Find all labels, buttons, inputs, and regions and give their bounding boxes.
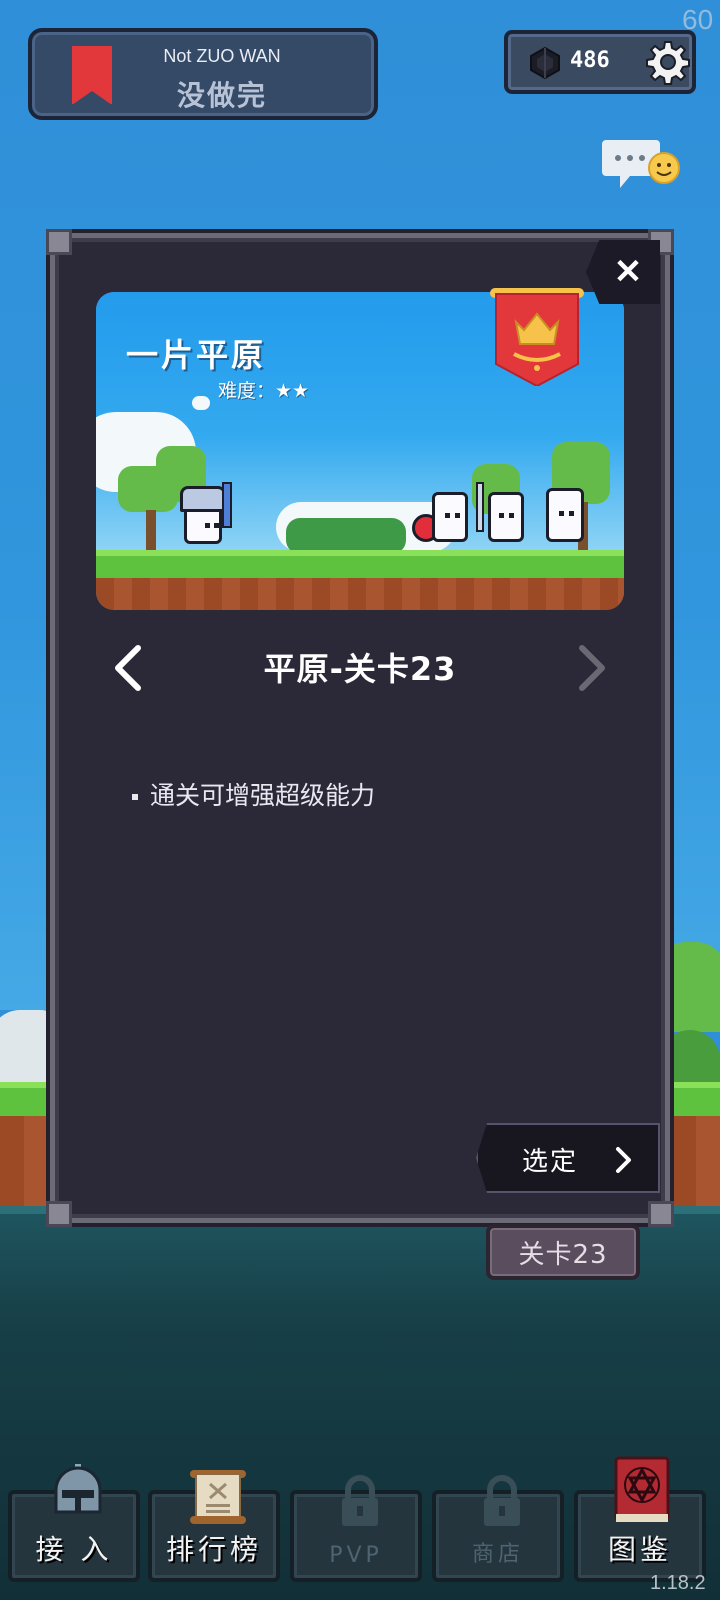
tab-label: 图鉴	[607, 1533, 672, 1566]
knight-helmet	[180, 486, 226, 512]
tab-pvp[interactable]: PVP	[290, 1475, 422, 1582]
frame-corner	[648, 1201, 674, 1227]
card-title: 一片平原	[126, 336, 267, 374]
frame-corner	[46, 1201, 72, 1227]
tab-leaderboard[interactable]: 排行榜	[148, 1470, 280, 1582]
select-label: 选定	[522, 1147, 579, 1177]
chevron-right-icon	[616, 1147, 631, 1173]
frame-corner	[46, 229, 72, 255]
enemy-character	[432, 492, 468, 542]
version-label: 1.18.2	[650, 1572, 706, 1594]
current-level-label: 关卡23	[518, 1239, 608, 1270]
archer-character	[546, 488, 584, 542]
tab-label: PVP	[329, 1543, 383, 1568]
close-icon: ✕	[613, 253, 643, 291]
tree-trunk	[146, 510, 156, 550]
tab-codex[interactable]: 图鉴	[574, 1456, 706, 1582]
lock-icon	[484, 1475, 520, 1526]
stage-name: 平原-关卡23	[263, 650, 457, 688]
title-english: Not ZUO WAN	[163, 46, 281, 66]
description-text: 通关可增强超级能力	[150, 781, 376, 810]
knight-helmet-icon	[54, 1464, 102, 1514]
red-book-icon	[614, 1456, 670, 1522]
enemy-sword	[476, 482, 484, 532]
card-grass	[96, 550, 624, 578]
tab-shop[interactable]: 商店	[432, 1475, 564, 1582]
fps-counter: 60	[682, 4, 714, 35]
save-title-panel[interactable]: Not ZUO WAN 没做完	[28, 28, 378, 120]
tab-label: 商店	[471, 1542, 524, 1567]
currency-panel: 486	[504, 30, 696, 94]
scroll-icon	[190, 1470, 246, 1524]
current-level-tag: 关卡23	[486, 1224, 640, 1280]
select-button[interactable]: 选定	[476, 1123, 660, 1193]
difficulty-label: 难度：★★	[218, 380, 310, 402]
tab-label: 接 入	[35, 1533, 113, 1566]
cloud	[192, 396, 210, 410]
gem-icon	[530, 46, 560, 80]
hill	[286, 518, 406, 554]
enemy-character	[488, 492, 524, 542]
card-dirt	[96, 578, 624, 610]
currency-value: 486	[570, 48, 610, 73]
crown-banner-icon	[490, 288, 584, 386]
knight-sword	[222, 482, 232, 528]
next-stage-arrow-icon[interactable]	[568, 640, 616, 696]
lock-icon	[342, 1475, 378, 1526]
close-button[interactable]: ✕	[586, 240, 660, 304]
previous-stage-arrow-icon[interactable]	[104, 640, 152, 696]
chat-emoji-icon[interactable]	[600, 136, 682, 194]
stage-description: 通关可增强超级能力	[132, 776, 375, 812]
tab-label: 排行榜	[165, 1533, 262, 1566]
bullet-icon	[132, 794, 138, 800]
tab-connect[interactable]: 接 入	[8, 1464, 140, 1582]
gear-icon[interactable]	[644, 38, 692, 86]
bookmark-icon	[72, 46, 112, 105]
title-chinese: 没做完	[176, 79, 267, 112]
